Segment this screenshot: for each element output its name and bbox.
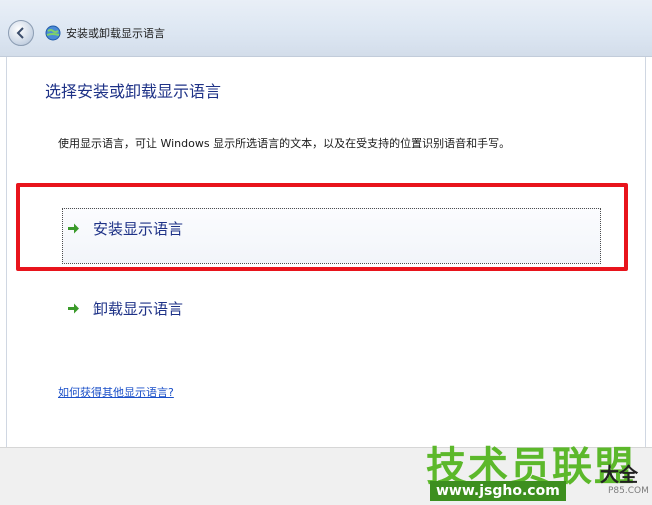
install-option-label[interactable]: 安装显示语言 [93, 218, 183, 239]
title-bar: 安装或卸载显示语言 [0, 0, 652, 57]
window-title: 安装或卸载显示语言 [66, 27, 165, 40]
watermark-side-text: 大全 [600, 464, 639, 486]
watermark-small-text: P85.COM [608, 486, 649, 496]
language-globe-icon [45, 25, 61, 41]
uninstall-display-language-option[interactable]: 卸载显示语言 [93, 298, 183, 319]
page-description: 使用显示语言，可让 Windows 显示所选语言的文本，以及在受支持的位置识别语… [58, 137, 511, 150]
back-arrow-icon [16, 27, 24, 39]
help-link[interactable]: 如何获得其他显示语言? [58, 384, 174, 400]
page-heading: 选择安装或卸载显示语言 [45, 82, 222, 101]
watermark-url: www.jsgho.com [430, 481, 566, 501]
back-button[interactable] [8, 20, 34, 46]
green-arrow-icon [68, 303, 79, 314]
green-arrow-icon [68, 223, 79, 234]
